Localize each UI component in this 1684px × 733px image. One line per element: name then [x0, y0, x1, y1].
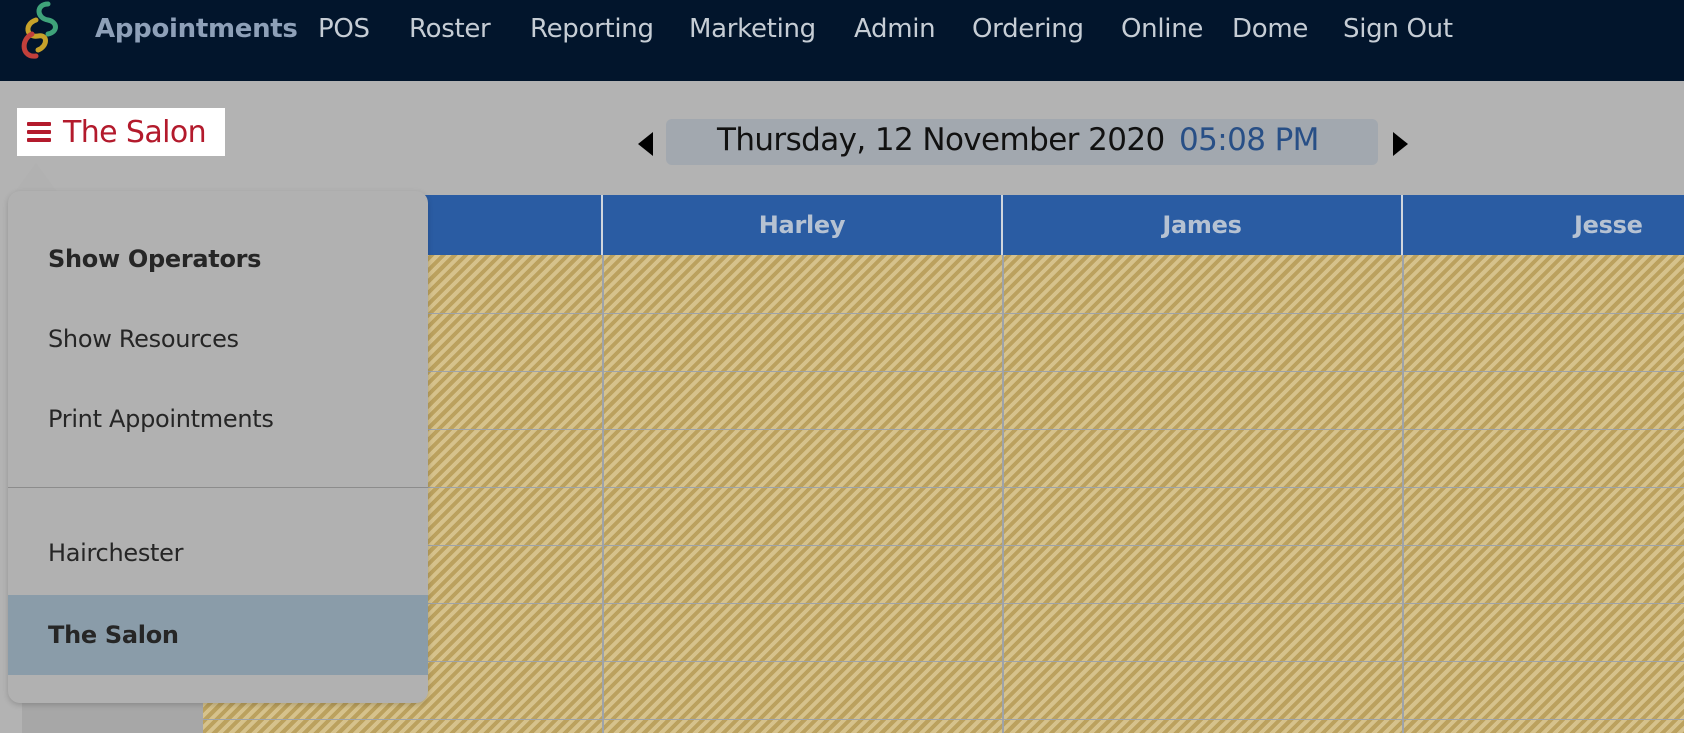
- nav-dome[interactable]: Dome: [1232, 14, 1308, 44]
- column-header-label: James: [1162, 211, 1242, 239]
- top-nav-bar: Appointments POS Roster Reporting Market…: [0, 0, 1684, 81]
- nav-online[interactable]: Online: [1121, 14, 1203, 44]
- next-day-arrow-icon[interactable]: [1393, 132, 1408, 156]
- menu-item-location-the-salon[interactable]: The Salon: [8, 595, 428, 675]
- column-header-label: Jesse: [1574, 211, 1643, 239]
- column-header-james[interactable]: James: [1003, 195, 1403, 255]
- menu-divider: [8, 487, 428, 488]
- nav-roster[interactable]: Roster: [409, 14, 491, 44]
- grid-column-divider: [602, 255, 604, 733]
- grid-row-divider: [203, 719, 1684, 720]
- app-logo-icon[interactable]: [14, 0, 70, 64]
- previous-day-arrow-icon[interactable]: [638, 132, 653, 156]
- column-header-jesse[interactable]: Jesse: [1403, 195, 1684, 255]
- location-dropdown-menu: Show Operators Show Resources Print Appo…: [8, 191, 428, 703]
- menu-item-location-hairchester[interactable]: Hairchester: [8, 513, 428, 593]
- nav-ordering[interactable]: Ordering: [972, 14, 1084, 44]
- grid-column-divider: [1402, 255, 1404, 733]
- current-date: Thursday, 12 November 2020: [717, 122, 1165, 158]
- column-header-harley[interactable]: Harley: [603, 195, 1003, 255]
- nav-reporting[interactable]: Reporting: [530, 14, 654, 44]
- current-location-label: The Salon: [63, 114, 207, 150]
- nav-admin[interactable]: Admin: [854, 14, 936, 44]
- nav-marketing[interactable]: Marketing: [689, 14, 816, 44]
- hamburger-menu-icon: [27, 122, 51, 142]
- dropdown-caret: [14, 163, 58, 193]
- menu-item-print-appointments[interactable]: Print Appointments: [8, 379, 428, 459]
- current-time: 05:08 PM: [1179, 122, 1319, 158]
- location-menu-button[interactable]: The Salon: [17, 108, 225, 156]
- nav-sign-out[interactable]: Sign Out: [1343, 14, 1453, 44]
- column-header-label: Harley: [758, 211, 846, 239]
- menu-item-show-operators[interactable]: Show Operators: [8, 219, 428, 299]
- menu-item-show-resources[interactable]: Show Resources: [8, 299, 428, 379]
- grid-column-divider: [1002, 255, 1004, 733]
- nav-appointments[interactable]: Appointments: [95, 14, 298, 44]
- nav-pos[interactable]: POS: [318, 14, 370, 44]
